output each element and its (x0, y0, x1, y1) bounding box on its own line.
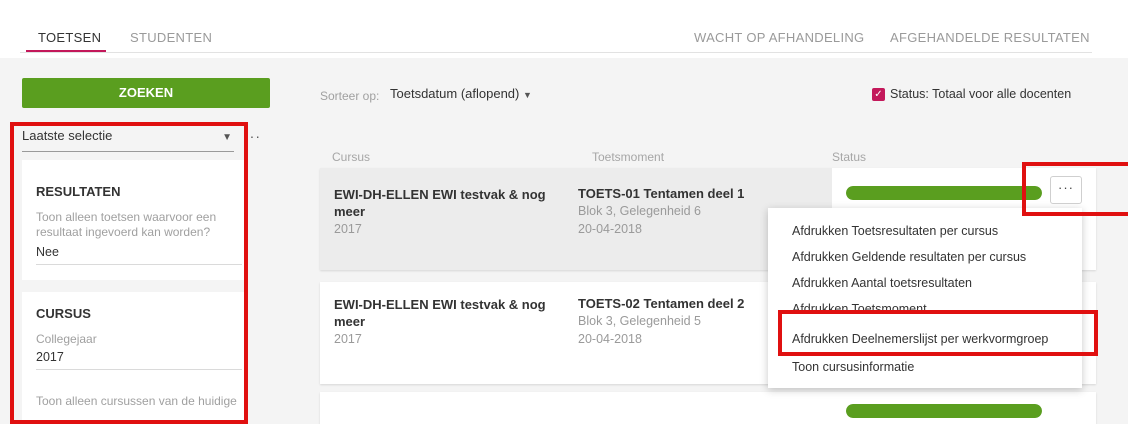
menu-item-geldende-resultaten[interactable]: Afdrukken Geldende resultaten per cursus (792, 250, 1026, 264)
test-block: Blok 3, Gelegenheid 6 (578, 204, 702, 218)
menu-item-cursusinformatie[interactable]: Toon cursusinformatie (792, 360, 914, 374)
sort-dropdown[interactable]: Toetsdatum (aflopend) ▼ (390, 86, 532, 101)
test-block: Blok 3, Gelegenheid 5 (578, 314, 702, 328)
tab-studenten[interactable]: STUDENTEN (130, 30, 212, 45)
test-title: TOETS-02 Tentamen deel 2 (578, 296, 745, 311)
highlight-box (778, 310, 1098, 356)
row-actions-menu: Afdrukken Toetsresultaten per cursus Afd… (768, 208, 1082, 388)
menu-item-toetsresultaten[interactable]: Afdrukken Toetsresultaten per cursus (792, 224, 998, 238)
top-tab-bar: TOETSEN STUDENTEN WACHT OP AFHANDELING A… (0, 0, 1128, 58)
test-title: TOETS-01 Tentamen deel 1 (578, 186, 745, 201)
progress-bar (846, 404, 1042, 418)
test-date: 20-04-2018 (578, 222, 642, 236)
tab-wacht-op-afhandeling[interactable]: WACHT OP AFHANDELING (694, 30, 864, 45)
tab-afgehandelde-resultaten[interactable]: AFGEHANDELDE RESULTATEN (890, 30, 1090, 45)
progress-fill (846, 186, 1042, 200)
column-header-status: Status (832, 150, 867, 164)
page: TOETSEN STUDENTEN WACHT OP AFHANDELING A… (0, 0, 1128, 424)
tab-toetsen[interactable]: TOETSEN (38, 30, 101, 45)
menu-item-aantal-toetsresultaten[interactable]: Afdrukken Aantal toetsresultaten (792, 276, 972, 290)
caret-down-icon: ▼ (522, 90, 532, 100)
highlight-box (10, 122, 248, 424)
sort-label: Sorteer op: (320, 89, 380, 103)
progress-bar (846, 186, 1042, 200)
course-title: EWI-DH-ELLEN EWI testvak & nog meer (334, 187, 546, 219)
table-row[interactable] (320, 392, 1096, 424)
column-header-toetsmoment: Toetsmoment (592, 150, 665, 164)
course-year: 2017 (334, 332, 362, 346)
column-header-cursus: Cursus (332, 150, 371, 164)
course-title: EWI-DH-ELLEN EWI testvak & nog meer (334, 297, 546, 329)
progress-fill (846, 404, 1042, 418)
status-checkbox[interactable]: ✓ (872, 88, 885, 101)
divider (20, 52, 1092, 53)
sort-value: Toetsdatum (aflopend) (390, 86, 520, 101)
test-date: 20-04-2018 (578, 332, 642, 346)
course-year: 2017 (334, 222, 362, 236)
status-filter-label: Status: Totaal voor alle docenten (890, 87, 1072, 101)
search-button[interactable]: ZOEKEN (22, 78, 270, 108)
highlight-box (1022, 162, 1128, 216)
